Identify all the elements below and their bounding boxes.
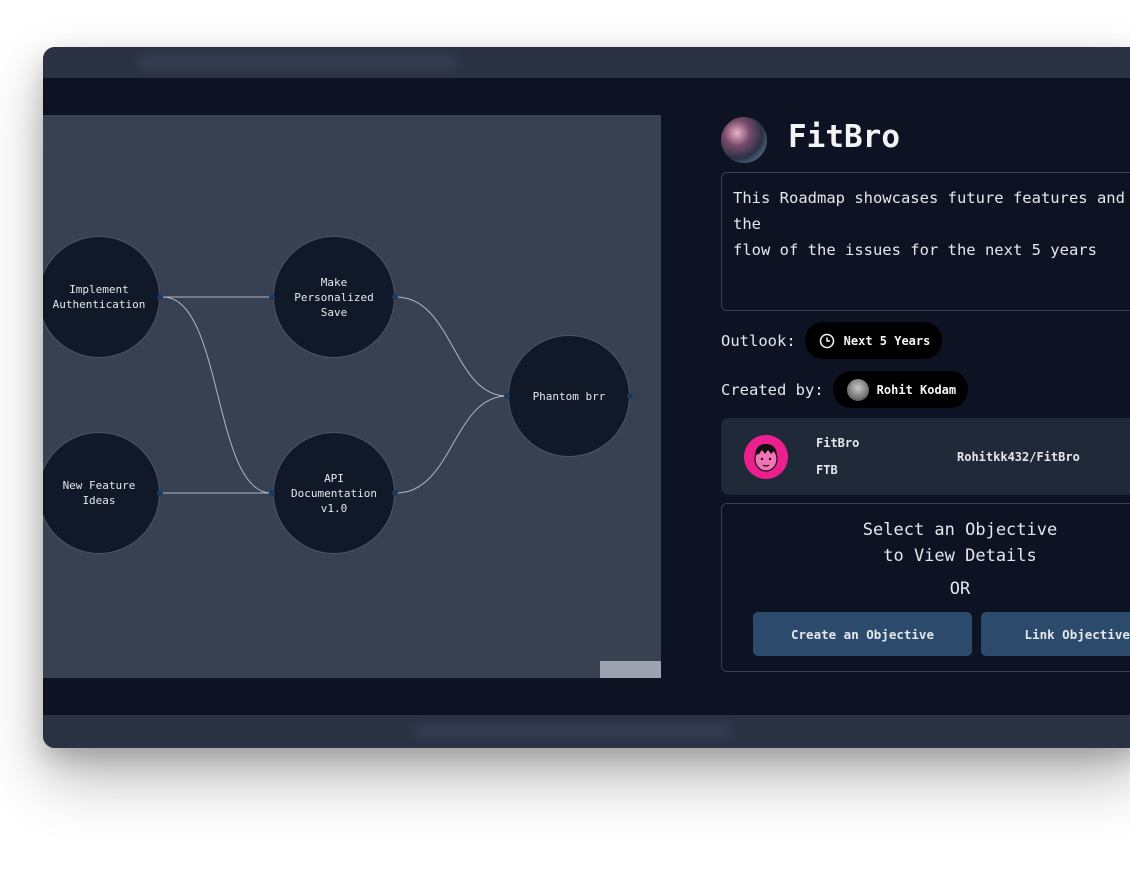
node-api-documentation[interactable]: API Documentation v1.0 xyxy=(273,432,395,554)
node-new-feature-ideas[interactable]: New Feature Ideas xyxy=(43,432,160,554)
outlook-value: Next 5 Years xyxy=(843,333,931,348)
node-handle[interactable] xyxy=(269,490,275,496)
app-window: Implement Authentication New Feature Ide… xyxy=(43,47,1130,748)
node-label: API Documentation v1.0 xyxy=(290,471,378,515)
edge-api-phantom xyxy=(395,395,508,494)
details-panel: FitBro This Roadmap showcases future fea… xyxy=(721,115,1130,678)
objective-prompt-line2: to View Details xyxy=(883,546,1037,566)
project-description[interactable]: This Roadmap showcases future features a… xyxy=(721,172,1130,311)
create-objective-button[interactable]: Create an Objective xyxy=(753,612,972,656)
outlook-row: Outlook: Next 5 Years xyxy=(721,322,943,359)
minimap[interactable] xyxy=(600,661,661,678)
objective-or-text: OR xyxy=(949,579,971,599)
link-objectives-button[interactable]: Link Objectives xyxy=(981,612,1130,656)
creator-pill[interactable]: Rohit Kodam xyxy=(832,371,969,408)
node-handle[interactable] xyxy=(392,294,398,300)
edge-save-phantom xyxy=(395,296,508,397)
roadmap-canvas[interactable]: Implement Authentication New Feature Ide… xyxy=(43,115,661,678)
project-avatar xyxy=(721,117,767,163)
repo-path[interactable]: Rohitkk432/FitBro xyxy=(957,450,1080,464)
node-handle[interactable] xyxy=(157,490,163,496)
objective-box: Select an Objective to View Details OR C… xyxy=(721,503,1130,672)
node-handle[interactable] xyxy=(627,393,633,399)
repo-code: FTB xyxy=(816,463,838,477)
clock-icon xyxy=(819,333,834,348)
node-handle[interactable] xyxy=(269,294,275,300)
node-label: New Feature Ideas xyxy=(62,479,136,507)
avatar xyxy=(846,378,869,401)
node-handle[interactable] xyxy=(157,294,163,300)
creator-label: Created by: xyxy=(721,380,824,399)
outlook-pill: Next 5 Years xyxy=(804,322,943,359)
top-bar xyxy=(43,47,1130,78)
repo-card[interactable]: FitBro FTB Rohitkk432/FitBro xyxy=(721,418,1130,495)
node-label: Implement Authentication xyxy=(52,283,146,311)
top-bar-blurred-content xyxy=(138,53,458,71)
repo-avatar-icon xyxy=(744,435,788,479)
creator-name: Rohit Kodam xyxy=(876,382,957,397)
node-handle[interactable] xyxy=(392,490,398,496)
edge-auth-api xyxy=(162,296,272,494)
bottom-bar-blurred-content xyxy=(413,723,733,739)
bottom-bar xyxy=(43,715,1130,748)
objective-prompt-line1: Select an Objective xyxy=(862,520,1058,540)
repo-name: FitBro xyxy=(816,436,860,450)
node-phantom-brr[interactable]: Phantom brr xyxy=(508,335,630,457)
node-make-personalized-save[interactable]: Make Personalized Save xyxy=(273,236,395,358)
project-title: FitBro xyxy=(788,119,900,155)
creator-row: Created by: Rohit Kodam xyxy=(721,371,969,408)
outlook-label: Outlook: xyxy=(721,331,796,350)
node-implement-authentication[interactable]: Implement Authentication xyxy=(43,236,160,358)
node-label: Phantom brr xyxy=(532,389,606,403)
node-label: Make Personalized Save xyxy=(294,275,374,319)
node-handle[interactable] xyxy=(504,393,510,399)
